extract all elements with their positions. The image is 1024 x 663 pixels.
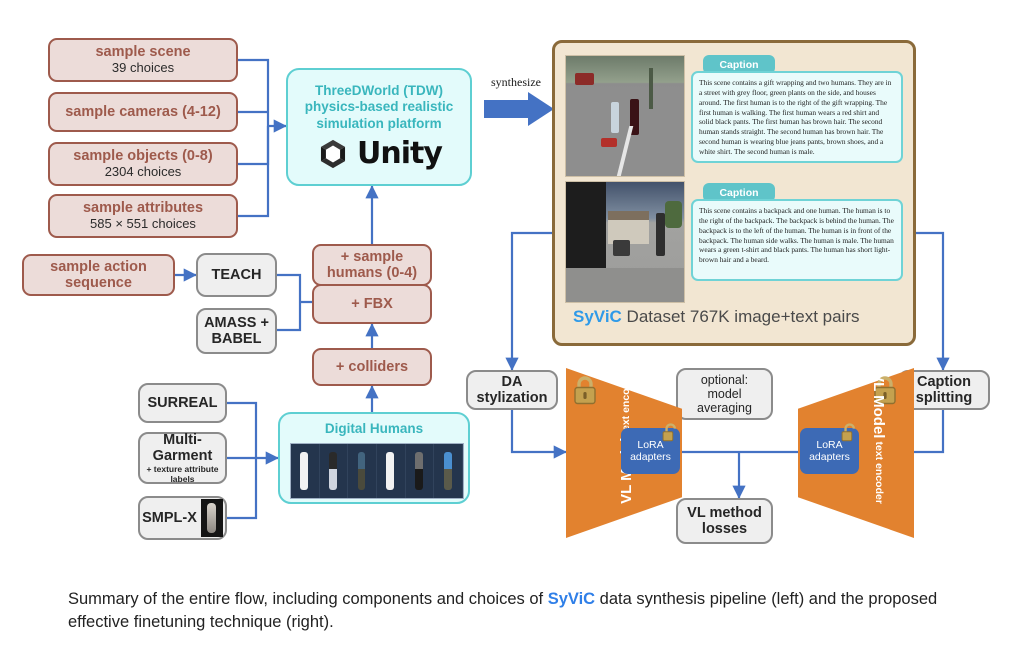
amass-line-2: BABEL — [211, 331, 262, 347]
lora-right-line-1: LoRA — [816, 438, 843, 451]
model-averaging-box[interactable]: optional: model averaging — [676, 368, 773, 420]
lora-left-line-1: LoRA — [637, 438, 664, 451]
multi-garment-line-2: Garment — [152, 447, 213, 464]
caption-splitting-line-2: splitting — [915, 390, 973, 406]
body-mesh-thumbnail — [200, 499, 223, 537]
multi-garment-sub: + texture attribute labels — [146, 464, 219, 484]
dataset-caption-rest: Dataset 767K image+text pairs — [621, 307, 860, 326]
sample-action-sequence-box[interactable]: sample action sequence — [22, 254, 175, 296]
sample-cameras-title: sample cameras (4-12) — [65, 103, 221, 120]
scene-image-2 — [565, 181, 685, 303]
dataset-brand: SyViC — [573, 307, 622, 326]
vl-model-text: VL Model — [870, 372, 888, 439]
open-padlock-icon — [662, 423, 677, 442]
optional-line-3: averaging — [697, 401, 752, 415]
tdw-simulation-box[interactable]: ThreeDWorld (TDW) physics-based realisti… — [286, 68, 472, 186]
multi-garment-box[interactable]: Multi- Garment + texture attribute label… — [138, 432, 227, 484]
smplx-box[interactable]: SMPL-X — [138, 496, 227, 540]
colliders-box[interactable]: + colliders — [312, 348, 432, 386]
optional-line-2: model — [707, 387, 742, 401]
sample-objects-title: sample objects (0-8) — [73, 148, 213, 165]
digital-human-thumb — [291, 444, 320, 498]
open-padlock-icon — [841, 423, 856, 442]
vl-method-losses-box[interactable]: VL method losses — [676, 498, 773, 544]
smplx-label: SMPL-X — [142, 509, 197, 526]
digital-humans-box[interactable]: Digital Humans — [278, 412, 470, 504]
digital-human-thumb — [348, 444, 378, 498]
sample-attributes-title: sample attributes — [82, 200, 204, 217]
action-seq-line-1: sample action — [50, 258, 147, 275]
scene-image-1 — [565, 55, 685, 177]
diagram-canvas: sample scene 39 choices sample cameras (… — [0, 0, 1024, 663]
digital-human-thumb — [434, 444, 464, 498]
losses-line-1: VL method — [687, 504, 762, 521]
lora-right-line-2: adapters — [809, 451, 850, 463]
sample-humans-line-2: humans (0-4) — [326, 265, 418, 281]
unity-logo: Unity — [316, 136, 443, 172]
fbx-label: + FBX — [351, 295, 393, 312]
text-encoder-text: text encoder — [873, 441, 885, 504]
block-arrow-right-icon — [484, 92, 554, 126]
dataset-panel-caption: SyViC Dataset 767K image+text pairs — [573, 307, 860, 327]
sample-attributes-box[interactable]: sample attributes 585 × 551 choices — [48, 194, 238, 238]
text-encoder-text: text encoder — [620, 372, 632, 435]
optional-line-1: optional: — [700, 373, 749, 387]
tdw-line-2: physics-based realistic — [304, 99, 454, 115]
figure-caption-brand: SyViC — [547, 590, 596, 608]
da-stylization-box[interactable]: DA stylization — [466, 370, 558, 410]
vl-model-right-label: VL Model text encoder — [866, 372, 892, 504]
figure-caption: Summary of the entire flow, including co… — [68, 588, 948, 635]
digital-human-thumb — [320, 444, 349, 498]
sample-scene-sub: 39 choices — [111, 60, 175, 76]
tdw-line-1: ThreeDWorld (TDW) — [315, 82, 443, 98]
sample-humans-line-1: + sample — [340, 248, 404, 265]
unity-cube-icon — [321, 140, 346, 169]
amass-line-1: AMASS + — [204, 314, 269, 331]
colliders-label: + colliders — [335, 358, 409, 375]
caption-splitting-line-1: Caption — [917, 373, 971, 390]
da-stylization-line-2: stylization — [476, 390, 548, 406]
da-stylization-line-1: DA — [501, 373, 523, 390]
sample-cameras-box[interactable]: sample cameras (4-12) — [48, 92, 238, 132]
surreal-box[interactable]: SURREAL — [138, 383, 227, 423]
sample-objects-box[interactable]: sample objects (0-8) 2304 choices — [48, 142, 238, 186]
caption-text-2: This scene contains a backpack and one h… — [691, 199, 903, 281]
unity-wordmark: Unity — [357, 136, 443, 172]
closed-padlock-icon — [574, 376, 596, 405]
teach-label: TEACH — [211, 266, 262, 283]
sample-attributes-sub: 585 × 551 choices — [90, 216, 196, 232]
figure-caption-pre: Summary of the entire flow, including co… — [68, 590, 548, 608]
lora-left-line-2: adapters — [630, 451, 671, 463]
multi-garment-line-1: Multi- — [163, 431, 202, 448]
action-seq-line-2: sequence — [65, 275, 132, 291]
fbx-box[interactable]: + FBX — [312, 284, 432, 324]
synthesize-label: synthesize — [491, 75, 541, 89]
sample-humans-box[interactable]: + sample humans (0-4) — [312, 244, 432, 286]
syvic-dataset-panel: Caption This scene contains a gift wrapp… — [552, 40, 916, 346]
digital-humans-title: Digital Humans — [324, 421, 424, 436]
caption-text-1: This scene contains a gift wrapping and … — [691, 71, 903, 163]
digital-humans-thumbnails — [290, 443, 464, 499]
digital-human-thumb — [406, 444, 435, 498]
amass-babel-box[interactable]: AMASS + BABEL — [196, 308, 277, 354]
sample-scene-box[interactable]: sample scene 39 choices — [48, 38, 238, 82]
surreal-label: SURREAL — [147, 394, 218, 411]
digital-human-thumb — [377, 444, 406, 498]
sample-scene-title: sample scene — [95, 44, 191, 61]
sample-objects-sub: 2304 choices — [104, 164, 182, 180]
tdw-line-3: simulation platform — [316, 115, 442, 131]
losses-line-2: losses — [701, 521, 748, 537]
teach-box[interactable]: TEACH — [196, 253, 277, 297]
